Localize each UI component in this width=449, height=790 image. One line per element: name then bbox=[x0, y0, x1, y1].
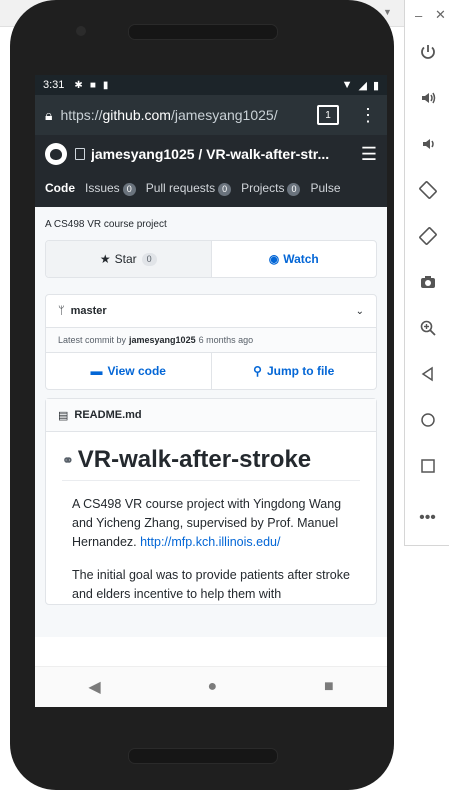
more-icon[interactable]: ••• bbox=[405, 500, 449, 536]
browser-toolbar: 🔒︎ https://github.com/jamesyang1025/ 1 ⋮ bbox=[35, 95, 387, 135]
tab-projects[interactable]: Projects 0 bbox=[241, 181, 301, 196]
overview-icon[interactable] bbox=[405, 448, 449, 484]
eye-icon: ◉ bbox=[268, 252, 280, 266]
issues-count: 0 bbox=[122, 182, 136, 196]
tab-pull-requests[interactable]: Pull requests 0 bbox=[146, 181, 232, 196]
signal-icon: ◢ bbox=[358, 79, 367, 92]
nav-back-icon[interactable]: ◀ bbox=[88, 677, 100, 697]
tab-code[interactable]: Code bbox=[45, 181, 75, 195]
repo-title-row: jamesyang1025 / VR-walk-after-str... ☰ bbox=[35, 135, 387, 173]
repo-icon bbox=[75, 148, 85, 160]
readme-body: ⚭ VR-walk-after-stroke A CS498 VR course… bbox=[46, 432, 376, 604]
star-button[interactable]: ★ Star 0 bbox=[46, 241, 212, 277]
tab-switcher-button[interactable]: 1 bbox=[317, 105, 339, 125]
volume-down-icon[interactable] bbox=[405, 126, 449, 162]
battery-icon: ▮ bbox=[372, 79, 379, 92]
hamburger-menu-icon[interactable]: ☰ bbox=[361, 144, 377, 165]
power-icon[interactable] bbox=[405, 34, 449, 70]
minimize-icon[interactable]: – bbox=[415, 8, 422, 23]
readme-paragraph-1: A CS498 VR course project with Yingdong … bbox=[72, 495, 360, 552]
code-links: ▬ View code ⚲ Jump to file bbox=[46, 353, 376, 389]
tab-issues[interactable]: Issues 0 bbox=[85, 181, 136, 196]
readme-filename: README.md bbox=[74, 409, 142, 421]
jump-to-file-button[interactable]: ⚲ Jump to file bbox=[210, 353, 377, 389]
readme-header: ▤ README.md bbox=[46, 399, 376, 432]
rotate-left-icon[interactable] bbox=[405, 172, 449, 208]
close-icon[interactable]: ✕ bbox=[435, 7, 446, 23]
star-count: 0 bbox=[141, 252, 157, 266]
repo-nav: Code Issues 0 Pull requests 0 Projects 0 Pu… bbox=[35, 173, 387, 203]
url-path: /jamesyang1025/ bbox=[170, 107, 278, 123]
camera-icon[interactable] bbox=[405, 264, 449, 300]
readme-paragraph-2: The initial goal was to provide patients… bbox=[72, 568, 350, 601]
commit-time: 6 months ago bbox=[198, 335, 254, 345]
readme-link[interactable]: http://mfp.kch.illinois.edu/ bbox=[140, 535, 280, 549]
back-icon[interactable] bbox=[405, 356, 449, 392]
star-label: Star bbox=[114, 252, 137, 266]
browser-menu-icon[interactable]: ⋮ bbox=[359, 106, 377, 124]
branch-selector[interactable]: ᛘ master ⌄ bbox=[46, 295, 376, 328]
status-time: 3:31 bbox=[43, 79, 65, 91]
github-header: jamesyang1025 / VR-walk-after-str... ☰ C… bbox=[35, 135, 387, 207]
android-nav-bar: ◀ ● ■ bbox=[35, 666, 387, 707]
camera-lens bbox=[76, 26, 86, 36]
pull-requests-count: 0 bbox=[218, 182, 232, 196]
sd-card-icon: ▮ bbox=[102, 79, 109, 91]
wifi-icon: ▼ bbox=[341, 79, 353, 91]
window-controls: – ✕ bbox=[405, 6, 449, 26]
projects-count: 0 bbox=[287, 182, 301, 196]
notification-icon: ■ bbox=[89, 79, 96, 91]
star-icon: ★ bbox=[99, 252, 111, 266]
nav-recents-icon[interactable]: ■ bbox=[324, 678, 334, 696]
bottom-speaker bbox=[128, 748, 278, 764]
search-icon: ⚲ bbox=[253, 364, 262, 378]
readme-box: ▤ README.md ⚭ VR-walk-after-stroke A CS4… bbox=[45, 398, 377, 605]
latest-commit: Latest commit by jamesyang1025 6 months … bbox=[46, 328, 376, 353]
dropdown-caret-icon[interactable]: ▼ bbox=[383, 7, 392, 17]
book-icon: ▤ bbox=[58, 409, 69, 422]
nav-home-icon[interactable]: ● bbox=[207, 678, 217, 696]
watch-button[interactable]: ◉ Watch bbox=[212, 241, 377, 277]
status-right-icons: ▼ ◢ ▮ bbox=[342, 79, 379, 92]
repo-content: A CS498 VR course project ★ Star 0 ◉ Wat… bbox=[35, 207, 387, 637]
settings-gear-icon: ✱ bbox=[74, 79, 83, 91]
emulator-sidebar: – ✕ ••• bbox=[404, 0, 449, 546]
android-status-bar: 3:31 ✱ ■ ▮ ▼ ◢ ▮ bbox=[35, 75, 387, 95]
chevron-down-icon: ⌄ bbox=[355, 305, 364, 317]
repo-description: A CS498 VR course project bbox=[45, 219, 167, 230]
branch-icon: ᛘ bbox=[58, 305, 65, 317]
commit-author[interactable]: jamesyang1025 bbox=[129, 335, 196, 345]
zoom-icon[interactable] bbox=[405, 310, 449, 346]
commit-prefix: Latest commit by bbox=[58, 335, 127, 345]
earpiece-speaker bbox=[128, 24, 278, 40]
device-screen: 3:31 ✱ ■ ▮ ▼ ◢ ▮ 🔒︎ https://github.com/j… bbox=[35, 75, 387, 707]
folder-icon: ▬ bbox=[90, 364, 103, 378]
tab-pulse[interactable]: Pulse bbox=[310, 181, 340, 195]
link-anchor-icon[interactable]: ⚭ bbox=[62, 452, 74, 469]
repo-path[interactable]: jamesyang1025 / VR-walk-after-str... bbox=[91, 146, 353, 162]
view-code-label: View code bbox=[107, 364, 166, 378]
phone-frame: 3:31 ✱ ■ ▮ ▼ ◢ ▮ 🔒︎ https://github.com/j… bbox=[10, 0, 394, 790]
volume-up-icon[interactable] bbox=[405, 80, 449, 116]
home-icon[interactable] bbox=[405, 402, 449, 438]
branch-box: ᛘ master ⌄ Latest commit by jamesyang102… bbox=[45, 294, 377, 390]
watch-label: Watch bbox=[283, 252, 319, 266]
url-field[interactable]: 🔒︎ https://github.com/jamesyang1025/ bbox=[45, 101, 301, 129]
branch-name: master bbox=[70, 305, 107, 317]
star-watch-group: ★ Star 0 ◉ Watch bbox=[45, 240, 377, 278]
url-scheme: https:// bbox=[60, 107, 103, 123]
url-host: github.com bbox=[102, 107, 171, 123]
jump-to-file-label: Jump to file bbox=[266, 364, 335, 378]
github-logo-icon[interactable] bbox=[45, 143, 67, 165]
rotate-right-icon[interactable] bbox=[405, 218, 449, 254]
readme-title-text: VR-walk-after-stroke bbox=[77, 446, 312, 473]
readme-title: ⚭ VR-walk-after-stroke bbox=[62, 446, 360, 481]
view-code-button[interactable]: ▬ View code bbox=[46, 353, 211, 389]
lock-icon: 🔒︎ bbox=[45, 106, 53, 123]
